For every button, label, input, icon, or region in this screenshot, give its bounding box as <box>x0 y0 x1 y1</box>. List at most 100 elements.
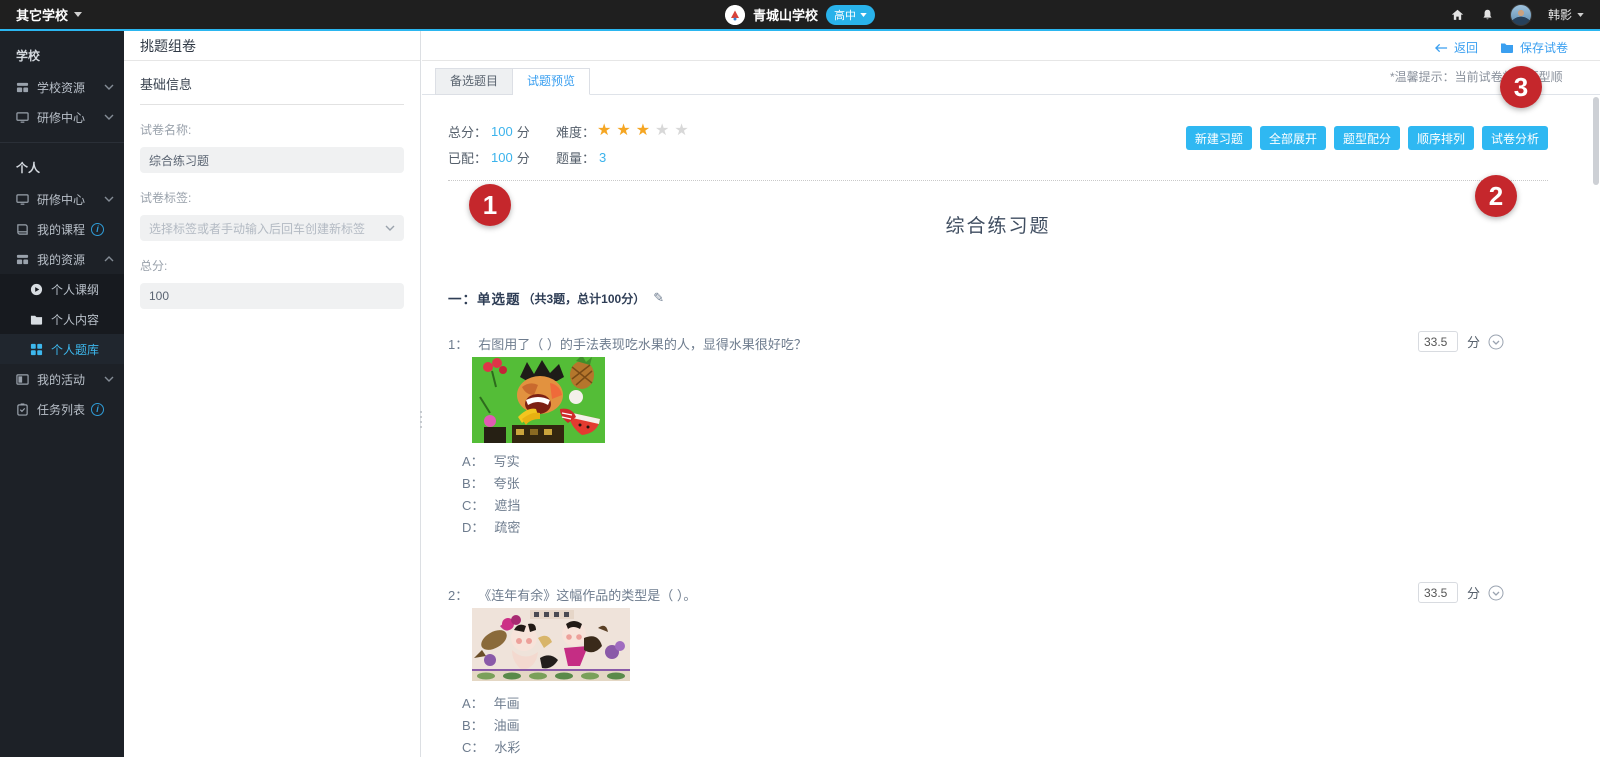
bell-icon[interactable] <box>1481 8 1494 22</box>
panel-resize-handle[interactable] <box>418 404 424 434</box>
sidebar-item-my-resources[interactable]: 我的资源 <box>0 244 124 274</box>
option-key: B： <box>462 715 484 737</box>
topbar: 其它学校 青城山学校 高中 韩影 <box>0 0 1600 31</box>
toolbar: 新建习题 全部展开 题型配分 顺序排列 试卷分析 <box>1186 126 1548 150</box>
new-exercise-button[interactable]: 新建习题 <box>1186 126 1252 150</box>
sidebar-item-label: 个人课纲 <box>51 281 99 298</box>
arrow-left-icon <box>1435 43 1448 53</box>
chevron-down-icon <box>104 196 114 202</box>
sidebar-item-label: 我的课程 <box>37 221 85 238</box>
question-1-options: A： 写实 B： 夸张 C： 遮挡 D： 疏密 <box>462 451 1548 539</box>
option-row: B： 油画 <box>462 715 1548 737</box>
user-menu[interactable]: 韩影 <box>1548 6 1584 23</box>
sidebar-item-school-training[interactable]: 研修中心 <box>0 102 124 132</box>
sidebar-item-label: 个人内容 <box>51 311 99 328</box>
sidebar-item-personal-training[interactable]: 研修中心 <box>0 184 124 214</box>
info-icon <box>91 403 104 416</box>
type-score-allocation-button[interactable]: 题型配分 <box>1334 126 1400 150</box>
question-2-score-control: 分 <box>1418 582 1504 603</box>
sequence-order-button[interactable]: 顺序排列 <box>1408 126 1474 150</box>
option-row: D： 疏密 <box>462 517 1548 539</box>
section-meta: （共3题，总计100分） <box>523 290 646 307</box>
stat-count: 题量： 3 <box>556 148 610 167</box>
collapse-chevron-icon[interactable] <box>1488 585 1504 601</box>
option-text: 年画 <box>494 693 520 715</box>
sidebar-item-my-activities[interactable]: 我的活动 <box>0 364 124 394</box>
question-score-input[interactable] <box>1418 331 1458 352</box>
info-icon <box>91 223 104 236</box>
paper-preview-content: 总分： 100 分 难度： ★ ★ ★ ★ ★ 已配： <box>422 96 1600 757</box>
question-2: 2： 《连年有余》这幅作品的类型是（ ）。 <box>448 585 1548 757</box>
tab-paper-preview[interactable]: 试题预览 <box>513 68 590 95</box>
paper-tag-placeholder: 选择标签或者手动输入后回车创建新标签 <box>149 220 365 237</box>
grid-icon <box>16 81 29 94</box>
option-key: A： <box>462 693 484 715</box>
paper-tag-select[interactable]: 选择标签或者手动输入后回车创建新标签 <box>140 215 404 241</box>
sidebar-item-personal-outline[interactable]: 个人课纲 <box>0 274 124 304</box>
folder-icon <box>1500 42 1514 54</box>
expand-all-button[interactable]: 全部展开 <box>1260 126 1326 150</box>
home-icon[interactable] <box>1450 8 1465 22</box>
option-key: C： <box>462 737 484 757</box>
paper-tag-field-group: 试卷标签: 选择标签或者手动输入后回车创建新标签 <box>140 189 404 241</box>
save-paper-button[interactable]: 保存试卷 <box>1500 39 1568 56</box>
stat-total-value: 100 <box>491 124 513 139</box>
option-text: 夸张 <box>494 473 520 495</box>
question-number: 2： <box>448 585 468 604</box>
sidebar-item-my-courses[interactable]: 我的课程 <box>0 214 124 244</box>
sidebar-item-personal-bank[interactable]: 个人题库 <box>0 334 124 364</box>
option-row: C： 遮挡 <box>462 495 1548 517</box>
tab-candidate-questions[interactable]: 备选题目 <box>435 68 513 95</box>
total-score-field-group: 总分: <box>140 257 404 309</box>
book-icon <box>16 223 29 236</box>
school-switcher[interactable]: 其它学校 <box>16 5 82 24</box>
sidebar-item-label: 个人题库 <box>51 341 99 358</box>
annotation-badge-3: 3 <box>1500 66 1542 108</box>
stat-count-value: 3 <box>599 150 606 165</box>
annotation-badge-1: 1 <box>469 184 511 226</box>
chevron-down-icon <box>104 84 114 90</box>
sidebar-section-school: 学校 <box>0 31 124 72</box>
collapse-chevron-icon[interactable] <box>1488 334 1504 350</box>
stat-total-label: 总分： <box>448 122 487 141</box>
section-heading: 一：单选题 <box>448 288 521 308</box>
option-text: 遮挡 <box>494 495 520 517</box>
paper-name-input[interactable] <box>140 147 404 173</box>
save-paper-label: 保存试卷 <box>1520 39 1568 56</box>
play-circle-icon <box>30 283 43 296</box>
chevron-down-icon <box>104 114 114 120</box>
sidebar-item-label: 我的资源 <box>37 251 85 268</box>
sidebar-item-personal-content[interactable]: 个人内容 <box>0 304 124 334</box>
back-button[interactable]: 返回 <box>1435 39 1478 56</box>
star-icon: ★ <box>597 123 611 139</box>
annotation-badge-2: 2 <box>1475 175 1517 217</box>
option-key: B： <box>462 473 484 495</box>
folder-icon <box>30 313 43 326</box>
sidebar-item-school-resources[interactable]: 学校资源 <box>0 72 124 102</box>
option-text: 写实 <box>494 451 520 473</box>
total-score-input[interactable] <box>140 283 404 309</box>
question-1-score-control: 分 <box>1418 331 1504 352</box>
sidebar-item-task-list[interactable]: 任务列表 <box>0 394 124 424</box>
user-avatar[interactable] <box>1510 4 1532 26</box>
paper-analysis-button[interactable]: 试卷分析 <box>1482 126 1548 150</box>
stat-unit: 分 <box>517 122 530 141</box>
question-text: 《连年有余》这幅作品的类型是（ ）。 <box>478 585 696 604</box>
star-icon: ★ <box>616 123 630 139</box>
scrollbar-thumb[interactable] <box>1593 97 1599 185</box>
stat-difficulty-label: 难度： <box>556 122 595 141</box>
stage-badge[interactable]: 高中 <box>826 5 875 25</box>
question-score-input[interactable] <box>1418 582 1458 603</box>
tabs-bar: 备选题目 试题预览 *温馨提示：当前试卷将以题型顺 <box>422 61 1600 95</box>
edit-pencil-icon[interactable]: ✎ <box>653 290 664 306</box>
grid-icon <box>16 253 29 266</box>
chevron-down-icon <box>385 225 395 231</box>
user-name-label: 韩影 <box>1548 6 1572 23</box>
total-score-label: 总分: <box>140 257 404 274</box>
sidebar-item-label: 研修中心 <box>37 109 85 126</box>
stat-unit: 分 <box>517 148 530 167</box>
option-key: A： <box>462 451 484 473</box>
stat-count-label: 题量： <box>556 148 595 167</box>
score-unit: 分 <box>1467 332 1480 351</box>
question-1: 1： 右图用了（ ）的手法表现吃水果的人，显得水果很好吃？ <box>448 334 1548 539</box>
